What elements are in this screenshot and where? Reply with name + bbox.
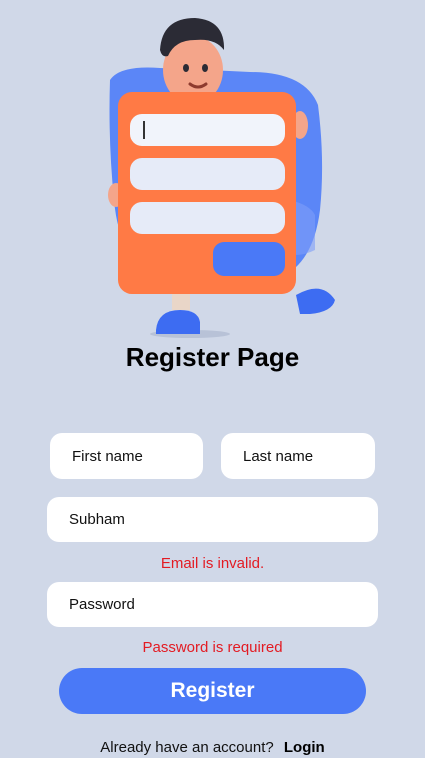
last-name-placeholder: Last name: [243, 447, 314, 465]
login-prompt-text: Already have an account?: [100, 739, 274, 756]
register-illustration: [100, 10, 340, 340]
password-input[interactable]: Password: [47, 582, 378, 627]
login-prompt: Already have an account? Login: [0, 739, 425, 756]
page-title: Register Page: [125, 342, 300, 372]
first-name-input[interactable]: First name: [50, 433, 203, 479]
password-error-message: Password is required: [142, 639, 283, 656]
email-value: Subham: [69, 511, 125, 528]
password-placeholder: Password: [69, 596, 135, 613]
email-input[interactable]: Subham: [47, 497, 378, 542]
email-error-message: Email is invalid.: [160, 555, 265, 572]
last-name-input[interactable]: Last name: [221, 433, 375, 479]
login-link[interactable]: Login: [284, 739, 325, 756]
first-name-placeholder: First name: [72, 447, 143, 465]
register-button[interactable]: Register: [59, 668, 366, 714]
